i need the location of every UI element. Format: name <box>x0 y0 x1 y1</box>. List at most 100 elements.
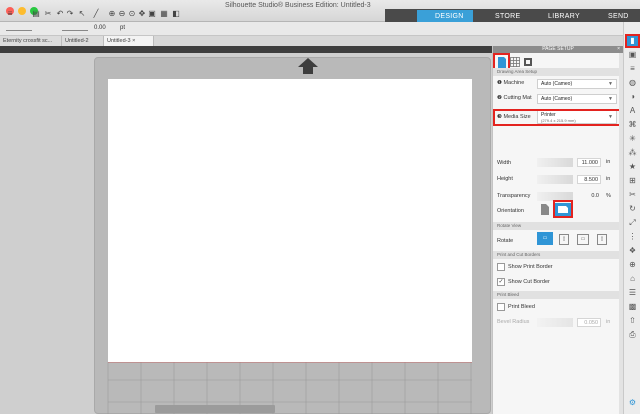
bevel-radius-slider[interactable] <box>537 318 573 327</box>
rotate-0-button[interactable]: ▭ <box>537 232 553 245</box>
show-cut-border-label: Show Cut Border <box>508 279 550 285</box>
pixscan-icon[interactable]: ▩ <box>627 302 638 312</box>
section-print-cut-borders: Print and Cut Borders <box>493 251 619 259</box>
chevron-down-icon: ▼ <box>608 96 613 102</box>
menu-icon[interactable]: ≡ <box>6 10 14 18</box>
machine-label: ❶ Machine <box>497 80 525 86</box>
panel-header: PAGE SETUP × <box>493 46 623 53</box>
transparency-label: Transparency <box>497 193 531 199</box>
app-title: Silhouette Studio® Business Edition: Unt… <box>225 2 371 9</box>
undo-icon[interactable]: ↶ <box>56 10 64 18</box>
bevel-radius-input[interactable]: 0.050 <box>577 318 601 327</box>
doc-tab[interactable]: Untitled-2 <box>62 36 104 46</box>
highlight-landscape <box>553 200 573 218</box>
doc-tab-active[interactable]: Untitled-3 × <box>104 36 154 46</box>
rotate-icon[interactable]: ↻ <box>627 204 638 214</box>
line-style-selector[interactable] <box>6 25 32 31</box>
section-rotate-view: Rotate View <box>493 222 619 230</box>
send-icon[interactable]: ⇧ <box>627 316 638 326</box>
fill-color-icon[interactable]: ◍ <box>627 78 638 88</box>
offset-icon[interactable]: ⌘ <box>627 120 638 130</box>
zoom-out-icon[interactable]: ⊖ <box>118 10 126 18</box>
machine-select[interactable]: Auto (Cameo) ▼ <box>537 79 617 89</box>
library-icon[interactable]: ⊕ <box>627 260 638 270</box>
show-print-border-label: Show Print Border <box>508 264 553 270</box>
highlight-media-size <box>493 109 621 126</box>
print-bleed-label: Print Bleed <box>508 304 535 310</box>
rotate-90-button[interactable]: ▯ <box>559 234 569 245</box>
replicate-icon[interactable]: ⁂ <box>627 148 638 158</box>
grid-settings-icon[interactable] <box>510 57 520 67</box>
height-label: Height <box>497 176 513 182</box>
rotate-270-button[interactable]: ▯ <box>597 234 607 245</box>
layers-icon[interactable]: ☰ <box>627 288 638 298</box>
section-drawing-area: Drawing Area Setup <box>493 68 619 76</box>
portrait-orientation-icon[interactable] <box>541 204 549 215</box>
fit-page-icon[interactable]: ▣ <box>148 10 156 18</box>
image-icon[interactable]: ▦ <box>160 10 168 18</box>
width-input[interactable]: 11.000 <box>577 158 601 167</box>
orientation-label: Orientation <box>497 208 524 214</box>
page-setup-panel: PAGE SETUP × Drawing Area Setup ❶ Machin… <box>492 46 623 414</box>
height-unit: in <box>606 176 611 182</box>
line-width-selector[interactable] <box>62 25 88 31</box>
doc-tab[interactable]: Eternity crossfit sc... <box>0 36 62 46</box>
transparency-icon[interactable]: ◑ <box>627 92 638 102</box>
highlight-page-setup-icon <box>625 34 640 48</box>
fill-icon[interactable]: ◧ <box>172 10 180 18</box>
right-toolbar: ▮ ▣ ≡ ◍ ◑ A ⌘ ✳ ⁂ ★ ⊞ ✂ ↻ ⤢ ⋮ ❖ ⊕ ⌂ ☰ ▩ … <box>623 22 640 414</box>
print-bleed-checkbox[interactable] <box>497 303 505 311</box>
redo-icon[interactable]: ↷ <box>66 10 74 18</box>
pan-icon[interactable]: ✥ <box>138 10 146 18</box>
options-bar: 0.00 pt <box>0 22 640 36</box>
transparency-unit: % <box>606 193 611 199</box>
transform-icon[interactable]: ⊞ <box>627 176 638 186</box>
bevel-radius-unit: in <box>606 319 611 325</box>
line-style-icon[interactable]: ≡ <box>627 64 638 74</box>
knife-icon[interactable]: ⋮ <box>627 232 638 242</box>
align-icon[interactable]: ★ <box>627 162 638 172</box>
width-unit: in <box>606 159 611 165</box>
select-icon[interactable]: ↖ <box>78 10 86 18</box>
scale-icon[interactable]: ⤢ <box>627 218 638 228</box>
line-width-value[interactable]: 0.00 <box>94 25 106 31</box>
modify-icon[interactable]: ✂ <box>627 190 638 200</box>
panel-title: PAGE SETUP <box>542 46 574 52</box>
document-tabs: Eternity crossfit sc... Untitled-2 Untit… <box>0 36 640 46</box>
chevron-down-icon: ▼ <box>608 81 613 87</box>
close-icon[interactable]: × <box>617 46 620 53</box>
rotate-label: Rotate <box>497 238 514 244</box>
horizontal-scrollbar[interactable] <box>155 405 275 413</box>
height-input[interactable]: 8.500 <box>577 175 601 184</box>
section-print-bleed: Print Bleed <box>493 291 619 299</box>
show-print-border-checkbox[interactable] <box>497 263 505 271</box>
feed-direction-arrow-icon <box>298 58 318 74</box>
line-width-unit: pt <box>120 25 126 31</box>
minimize-window-button[interactable] <box>18 7 26 15</box>
cutting-mat-select[interactable]: Auto (Cameo) ▼ <box>537 94 617 104</box>
cut-icon[interactable]: ✂ <box>44 10 52 18</box>
design-settings-icon[interactable]: ▣ <box>627 50 638 60</box>
registration-marks-icon[interactable] <box>523 57 533 67</box>
page-canvas[interactable] <box>108 79 472 362</box>
trace-icon[interactable]: ✳ <box>627 134 638 144</box>
new-icon[interactable]: ▤ <box>32 10 40 18</box>
nesting-icon[interactable]: ❖ <box>627 246 638 256</box>
zoom-select-icon[interactable]: ⊙ <box>128 10 136 18</box>
transparency-input[interactable]: 0.0 <box>577 192 601 201</box>
store-icon[interactable]: ⌂ <box>627 274 638 284</box>
gear-icon[interactable]: ⚙ <box>627 398 638 408</box>
mat-grid <box>107 362 472 414</box>
rotate-180-button[interactable]: ▭ <box>577 234 589 245</box>
cutting-mat-label: ❷ Cutting Mat <box>497 95 532 101</box>
show-cut-border-checkbox[interactable]: ✓ <box>497 278 505 286</box>
bevel-radius-label: Bevel Radius <box>497 319 530 325</box>
height-slider[interactable] <box>537 175 573 184</box>
width-label: Width <box>497 160 512 166</box>
print-icon[interactable]: ⎙ <box>627 330 638 340</box>
text-style-icon[interactable]: A <box>627 106 638 116</box>
zoom-in-icon[interactable]: ⊕ <box>108 10 116 18</box>
draw-icon[interactable]: ╱ <box>92 10 100 18</box>
width-slider[interactable] <box>537 158 573 167</box>
title-bar: Silhouette Studio® Business Edition: Unt… <box>0 0 640 23</box>
